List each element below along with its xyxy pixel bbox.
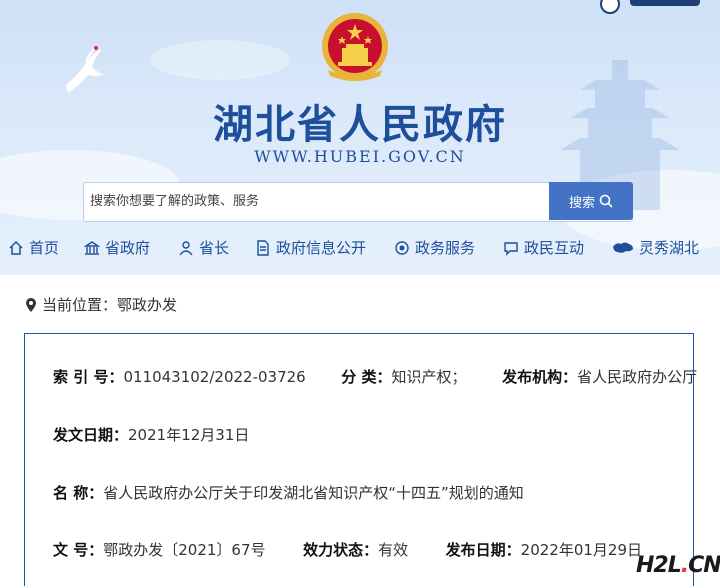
site-url: WWW.HUBEI.GOV.CN: [254, 147, 466, 166]
service-icon: [395, 240, 409, 255]
search-button[interactable]: 搜索: [549, 182, 633, 220]
issue-date-label: 发文日期：: [53, 426, 129, 444]
nav-item-governor[interactable]: 省长: [178, 237, 229, 258]
nav-item-label: 政务服务: [415, 239, 476, 257]
top-bar-button[interactable]: [630, 0, 700, 6]
site-header: 湖北省人民政府 WWW.HUBEI.GOV.CN 搜索 首页 省政府: [0, 0, 720, 275]
national-emblem-icon: [322, 13, 388, 81]
status-label: 效力状态：: [303, 541, 379, 559]
issuer-label: 发布机构：: [502, 368, 578, 386]
index-label: 索 引 号：: [53, 368, 124, 386]
breadcrumb-prefix: 当前位置：: [42, 296, 118, 314]
main-nav: 首页 省政府 省长 政府信息公开 政务服务 政民互动 灵秀湖北: [0, 234, 720, 262]
meta-row: 名 称：省人民政府办公厅关于印发湖北省知识产权“十四五”规划的通知: [53, 482, 524, 503]
account-icon[interactable]: [600, 0, 620, 14]
person-icon: [179, 240, 193, 255]
doc-number-label: 文 号：: [53, 541, 104, 559]
search-input[interactable]: [84, 183, 556, 219]
chat-icon: [504, 241, 518, 256]
document-meta-box: 索 引 号：011043102/2022-03726 分 类：知识产权； 发布机…: [24, 333, 697, 586]
meta-row: 索 引 号：011043102/2022-03726 分 类：知识产权； 发布机…: [53, 366, 697, 387]
nav-item-interaction[interactable]: 政民互动: [503, 237, 584, 258]
watermark-tld: CN: [688, 553, 720, 578]
search-button-label: 搜索: [568, 195, 595, 211]
nav-item-label: 政府信息公开: [276, 239, 367, 257]
building-icon: [84, 240, 100, 255]
document-icon: [257, 239, 269, 256]
nav-item-label: 首页: [29, 239, 60, 257]
nav-item-provincial-gov[interactable]: 省政府: [84, 237, 150, 258]
publish-date-value: 2022年01月29日: [520, 541, 643, 559]
nav-item-gov-info[interactable]: 政府信息公开: [255, 237, 366, 258]
search-bar: 搜索: [83, 182, 633, 222]
nav-item-label: 灵秀湖北: [639, 239, 700, 257]
site-title: 湖北省人民政府: [213, 101, 507, 148]
meta-row: 文 号：鄂政办发〔2021〕67号 效力状态：有效 发布日期：2022年01月2…: [53, 539, 642, 560]
publish-date-label: 发布日期：: [445, 541, 521, 559]
nav-item-label: 省长: [199, 239, 230, 257]
meta-row: 发文日期：2021年12月31日: [53, 424, 249, 445]
issuer-value: 省人民政府办公厅: [577, 368, 698, 386]
nav-item-gov-service[interactable]: 政务服务: [394, 237, 475, 258]
category-value: 知识产权；: [391, 368, 467, 386]
cloud-decoration: [150, 40, 290, 80]
nav-item-lingxiu-hubei[interactable]: 灵秀湖北: [612, 237, 699, 258]
issue-date-value: 2021年12月31日: [128, 426, 250, 444]
breadcrumb: 当前位置：鄂政办发: [26, 294, 177, 315]
name-value: 省人民政府办公厅关于印发湖北省知识产权“十四五”规划的通知: [103, 484, 524, 502]
nav-item-home[interactable]: 首页: [8, 237, 59, 258]
category-label: 分 类：: [341, 368, 392, 386]
doc-number-value: 鄂政办发〔2021〕67号: [103, 541, 266, 559]
home-icon: [9, 240, 23, 255]
search-icon: [599, 194, 613, 208]
watermark-logo: H2L.CN: [636, 553, 720, 578]
map-icon: [613, 242, 633, 253]
name-label: 名 称：: [53, 484, 104, 502]
watermark-brand: H2L: [636, 553, 682, 578]
status-value: 有效: [378, 541, 409, 559]
watermark-dot: .: [680, 553, 689, 578]
breadcrumb-current[interactable]: 鄂政办发: [117, 296, 177, 314]
index-value: 011043102/2022-03726: [123, 368, 306, 386]
location-pin-icon: [26, 297, 36, 312]
nav-item-label: 政民互动: [524, 239, 585, 257]
nav-item-label: 省政府: [105, 239, 151, 257]
